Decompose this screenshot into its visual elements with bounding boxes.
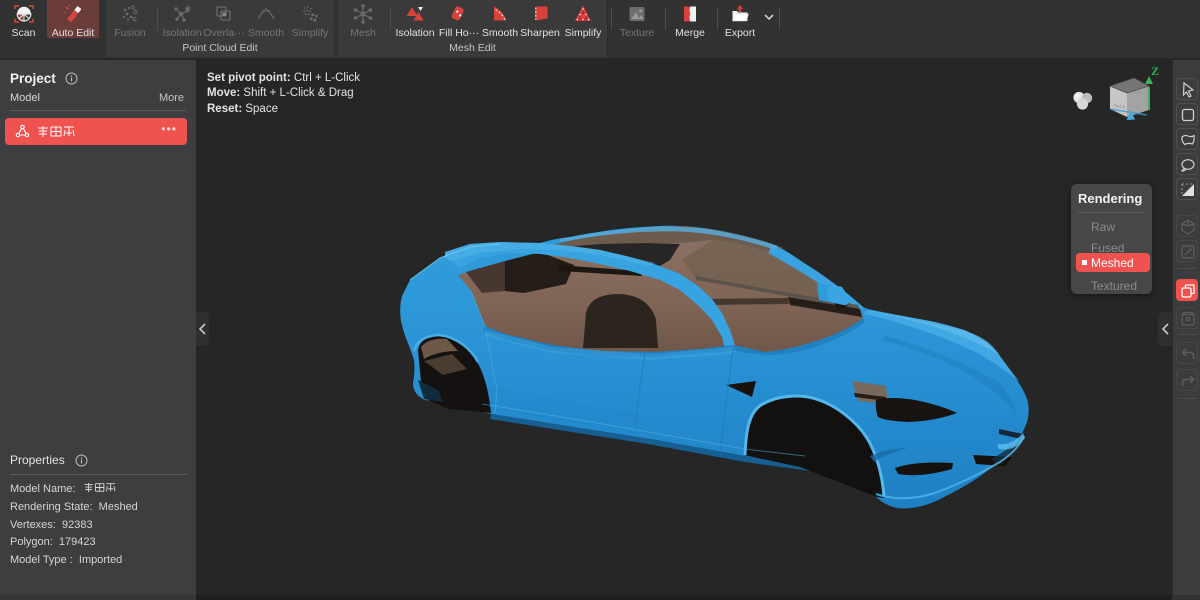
- svg-text:Z: Z: [1151, 64, 1159, 78]
- svg-text:LF: LF: [1135, 89, 1140, 95]
